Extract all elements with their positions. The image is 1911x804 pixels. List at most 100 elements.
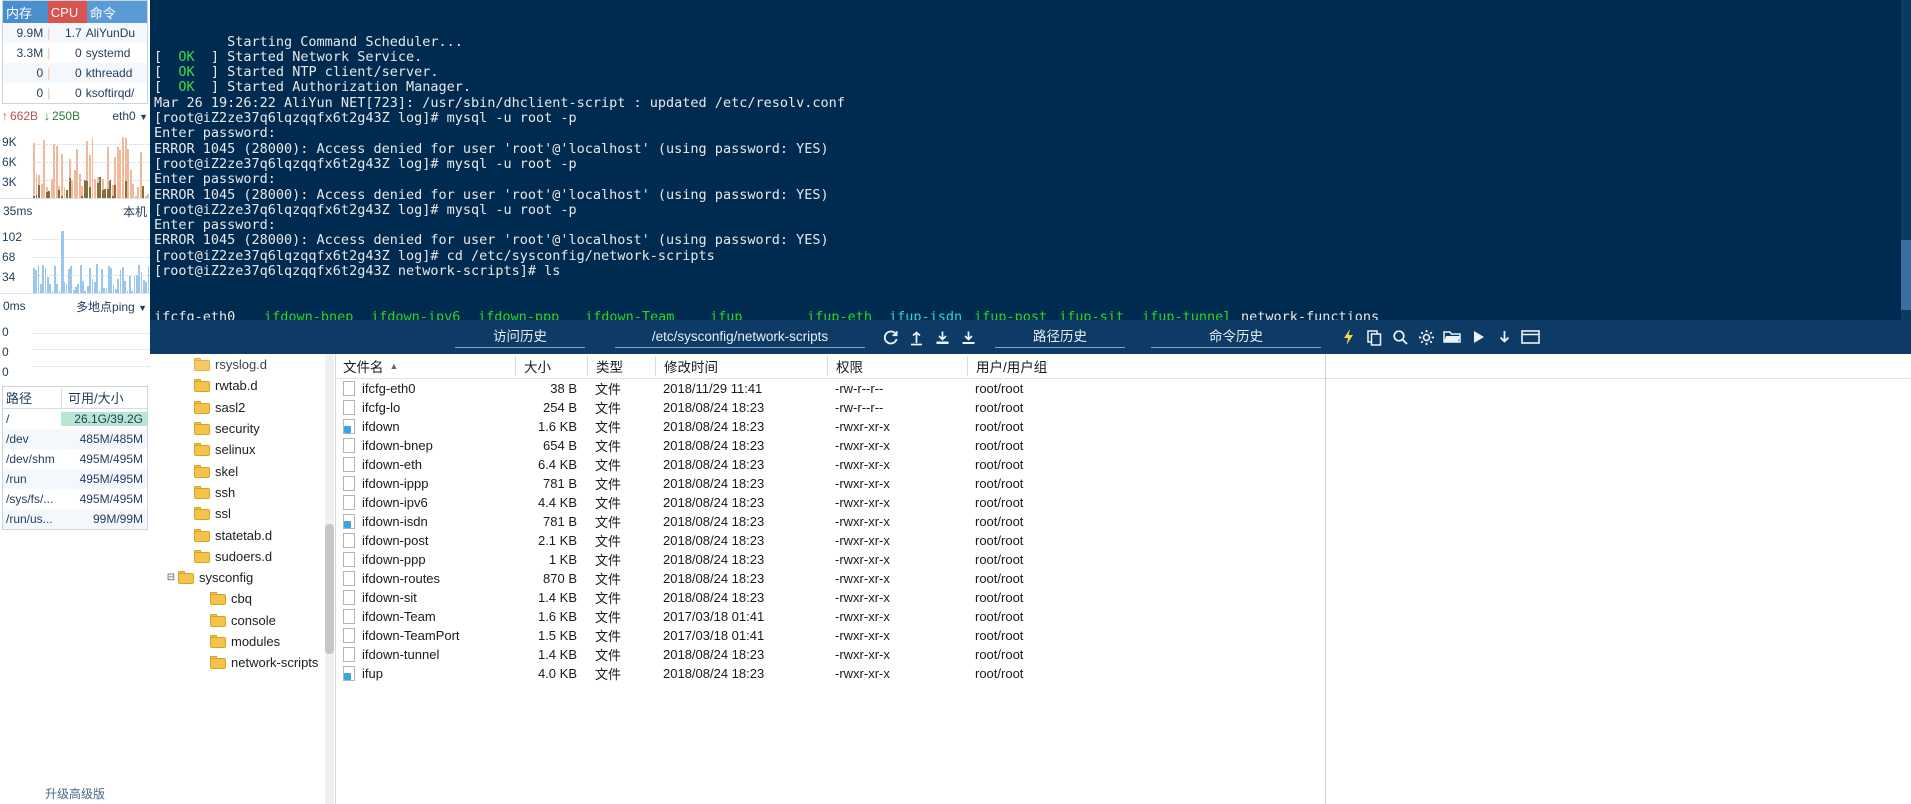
- file-row[interactable]: ifdown-Team 1.6 KB 文件 2017/03/18 01:41 -rwxr…: [335, 607, 1911, 626]
- command-history-field[interactable]: 命令历史: [1151, 326, 1321, 348]
- file-name-cell[interactable]: ifdown-bnep: [335, 438, 515, 453]
- file-row[interactable]: ifdown-ppp 1 KB 文件 2018/08/24 18:23 -rwxr-xr…: [335, 550, 1911, 569]
- terminal-file-entry[interactable]: network-functions: [1241, 309, 1379, 320]
- process-row[interactable]: 0 | 0 ksoftirqd/: [3, 83, 147, 103]
- copy-icon[interactable]: [1361, 324, 1387, 350]
- file-row[interactable]: ifdown-bnep 654 B 文件 2018/08/24 18:23 -rwxr-…: [335, 436, 1911, 455]
- terminal-scrollbar[interactable]: [1901, 0, 1911, 320]
- file-row[interactable]: ifcfg-eth0 38 B 文件 2018/11/29 11:41 -rw-r--r…: [335, 379, 1911, 398]
- terminal-file-entry[interactable]: ifdown-Team: [585, 309, 710, 320]
- column-header-memory[interactable]: 内存: [3, 1, 48, 23]
- ping-multi-selector[interactable]: 多地点ping ▼: [76, 298, 147, 315]
- file-name-cell[interactable]: ifcfg-lo: [335, 400, 515, 415]
- terminal-file-entry[interactable]: ifup-sit: [1059, 309, 1142, 320]
- tree-item-network-scripts[interactable]: network-scripts: [150, 652, 335, 673]
- terminal-output[interactable]: Starting Command Scheduler...[ OK ] Star…: [150, 0, 1911, 320]
- terminal-file-entry[interactable]: ifdown-bnep: [264, 309, 371, 320]
- terminal-file-entry[interactable]: ifup-post: [974, 309, 1059, 320]
- file-name-cell[interactable]: ifdown-ipv6: [335, 495, 515, 510]
- file-row[interactable]: ifdown-ippp 781 B 文件 2018/08/24 18:23 -rwxr-…: [335, 474, 1911, 493]
- tree-item-cbq[interactable]: cbq: [150, 588, 335, 609]
- file-row[interactable]: ifcfg-lo 254 B 文件 2018/08/24 18:23 -rw-r--r-…: [335, 398, 1911, 417]
- file-name-cell[interactable]: ifdown-ppp: [335, 552, 515, 567]
- process-row[interactable]: 3.3M | 0 systemd: [3, 43, 147, 63]
- tree-item-selinux[interactable]: selinux: [150, 439, 335, 460]
- access-history-field[interactable]: 访问历史: [455, 326, 585, 348]
- gear-icon[interactable]: [1413, 324, 1439, 350]
- file-row[interactable]: ifdown-post 2.1 KB 文件 2018/08/24 18:23 -rwxr…: [335, 531, 1911, 550]
- file-name-cell[interactable]: ifdown-post: [335, 533, 515, 548]
- column-header-modified[interactable]: 修改时间: [655, 356, 827, 376]
- file-name-cell[interactable]: ifdown-ippp: [335, 476, 515, 491]
- play-icon[interactable]: [1465, 324, 1491, 350]
- file-name-cell[interactable]: ifup: [335, 666, 515, 681]
- process-row[interactable]: 9.9M | 1.7 AliYunDu: [3, 23, 147, 43]
- window-icon[interactable]: [1517, 324, 1543, 350]
- tree-item-security[interactable]: security: [150, 418, 335, 439]
- path-history-field[interactable]: 路径历史: [995, 326, 1125, 348]
- path-input[interactable]: /etc/sysconfig/network-scripts: [615, 326, 865, 348]
- lightning-icon[interactable]: [1335, 324, 1361, 350]
- terminal-scrollbar-thumb[interactable]: [1901, 240, 1911, 310]
- download-icon[interactable]: [929, 324, 955, 350]
- file-name-cell[interactable]: ifdown-tunnel: [335, 647, 515, 662]
- terminal-file-entry[interactable]: ifup-tunnel: [1142, 309, 1241, 320]
- tree-item-skel[interactable]: skel: [150, 460, 335, 481]
- disk-row[interactable]: /run 495M/495M: [3, 469, 147, 489]
- terminal-file-entry[interactable]: ifup-eth: [807, 309, 889, 320]
- file-row[interactable]: ifdown-eth 6.4 KB 文件 2018/08/24 18:23 -rwxr-…: [335, 455, 1911, 474]
- terminal-file-entry[interactable]: ifup: [710, 309, 807, 320]
- disk-row[interactable]: /dev 485M/485M: [3, 429, 147, 449]
- file-name-cell[interactable]: ifdown-sit: [335, 590, 515, 605]
- file-name-cell[interactable]: ifcfg-eth0: [335, 381, 515, 396]
- column-header-filename[interactable]: 文件名 ▲: [335, 356, 515, 376]
- column-header-type[interactable]: 类型: [587, 356, 655, 376]
- tree-item-modules[interactable]: modules: [150, 631, 335, 652]
- column-header-cpu[interactable]: CPU: [47, 1, 87, 23]
- disk-row[interactable]: / 26.1G/39.2G: [3, 409, 147, 429]
- column-header-owner[interactable]: 用户/用户组: [967, 356, 1107, 376]
- terminal-file-entry[interactable]: ifdown-ppp: [478, 309, 585, 320]
- tree-scrollbar[interactable]: [325, 354, 334, 804]
- download-arrow-icon[interactable]: [1491, 324, 1517, 350]
- file-row[interactable]: ifdown-ipv6 4.4 KB 文件 2018/08/24 18:23 -rwxr…: [335, 493, 1911, 512]
- file-name-cell[interactable]: ifdown: [335, 419, 515, 434]
- folder-open-icon[interactable]: [1439, 324, 1465, 350]
- tree-item-statetab.d[interactable]: statetab.d: [150, 524, 335, 545]
- file-row[interactable]: ifdown-TeamPort 1.5 KB 文件 2017/03/18 01:41 -…: [335, 626, 1911, 645]
- file-name-cell[interactable]: ifdown-routes: [335, 571, 515, 586]
- tree-item-sysconfig[interactable]: ⊟ sysconfig: [150, 567, 335, 588]
- tree-item-sudoers.d[interactable]: sudoers.d: [150, 546, 335, 567]
- file-row[interactable]: ifdown-sit 1.4 KB 文件 2018/08/24 18:23 -rwxr-…: [335, 588, 1911, 607]
- collapse-icon[interactable]: ⊟: [164, 572, 178, 583]
- disk-row[interactable]: /run/us... 99M/99M: [3, 509, 147, 529]
- file-row[interactable]: ifdown 1.6 KB 文件 2018/08/24 18:23 -rwxr-xr-x…: [335, 417, 1911, 436]
- file-row[interactable]: ifdown-isdn 781 B 文件 2018/08/24 18:23 -rwxr-…: [335, 512, 1911, 531]
- file-name-cell[interactable]: ifdown-Team: [335, 609, 515, 624]
- column-header-path[interactable]: 路径: [3, 388, 61, 407]
- network-interface-selector[interactable]: eth0 ▼: [112, 109, 148, 123]
- upgrade-note[interactable]: 升级高级版: [0, 785, 150, 802]
- file-name-cell[interactable]: ifdown-eth: [335, 457, 515, 472]
- terminal-file-entry[interactable]: ifdown-ipv6: [371, 309, 478, 320]
- save-icon[interactable]: [955, 324, 981, 350]
- tree-scrollbar-thumb[interactable]: [325, 524, 334, 654]
- terminal-file-entry[interactable]: ifup-isdn: [889, 309, 974, 320]
- tree-item-rsyslog.d[interactable]: rsyslog.d: [150, 354, 335, 375]
- directory-tree[interactable]: rsyslog.d rwtab.d sasl2 security selinux skel…: [150, 354, 335, 804]
- tree-item-ssl[interactable]: ssl: [150, 503, 335, 524]
- tree-item-ssh[interactable]: ssh: [150, 482, 335, 503]
- column-header-command[interactable]: 命令: [86, 1, 147, 23]
- terminal-file-entry[interactable]: ifcfg-eth0: [154, 309, 264, 320]
- file-name-cell[interactable]: ifdown-TeamPort: [335, 628, 515, 643]
- column-header-size[interactable]: 大小: [515, 356, 587, 376]
- file-row[interactable]: ifdown-tunnel 1.4 KB 文件 2018/08/24 18:23 -rw…: [335, 645, 1911, 664]
- tree-item-rwtab.d[interactable]: rwtab.d: [150, 375, 335, 396]
- search-icon[interactable]: [1387, 324, 1413, 350]
- file-row[interactable]: ifdown-routes 870 B 文件 2018/08/24 18:23 -rwx…: [335, 569, 1911, 588]
- column-header-permissions[interactable]: 权限: [827, 356, 967, 376]
- file-row[interactable]: ifup 4.0 KB 文件 2018/08/24 18:23 -rwxr-xr-x ro…: [335, 664, 1911, 683]
- tree-item-console[interactable]: console: [150, 610, 335, 631]
- tree-item-sasl2[interactable]: sasl2: [150, 397, 335, 418]
- upload-icon[interactable]: [903, 324, 929, 350]
